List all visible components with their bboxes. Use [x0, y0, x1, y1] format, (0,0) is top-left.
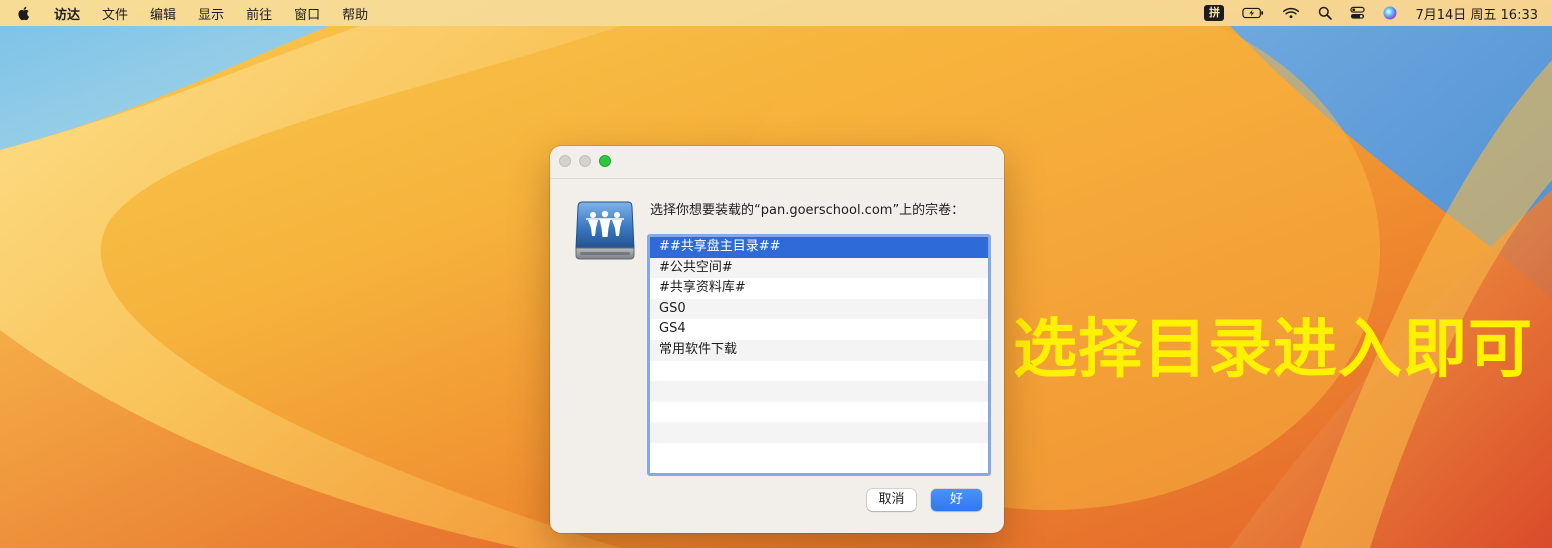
shared-server-icon [575, 201, 635, 260]
spotlight-search-icon[interactable] [1318, 6, 1333, 20]
control-center-icon[interactable] [1350, 6, 1366, 20]
ok-button[interactable]: 好 [931, 489, 982, 511]
siri-icon[interactable] [1383, 6, 1397, 20]
minimize-button[interactable] [579, 155, 591, 167]
menubar-clock[interactable]: 7月14日 周五 16:33 [1415, 4, 1538, 23]
volume-list-item[interactable]: #共享资料库# [650, 278, 988, 299]
menu-file[interactable]: 文件 [102, 4, 128, 23]
menu-go[interactable]: 前往 [246, 4, 272, 23]
cancel-button[interactable]: 取消 [867, 489, 916, 511]
volume-list-item-selected[interactable]: ##共享盘主目录## [650, 237, 988, 258]
volume-list-item[interactable]: GS0 [650, 298, 988, 320]
volume-list-item[interactable]: #公共空间# [650, 257, 988, 279]
volume-list-empty-row [650, 443, 988, 464]
dialog-prompt: 选择你想要装载的“pan.goerschool.com”上的宗卷： [650, 203, 965, 218]
volume-select-dialog: 选择你想要装载的“pan.goerschool.com”上的宗卷： ##共享盘主… [550, 146, 1004, 533]
volume-list-empty-row [650, 402, 988, 423]
volume-list-empty-row [650, 381, 988, 402]
volume-list-item[interactable]: 常用软件下载 [650, 339, 988, 361]
menu-edit[interactable]: 编辑 [150, 4, 176, 23]
wifi-icon[interactable] [1282, 6, 1300, 20]
volume-list-empty-row [650, 422, 988, 443]
window-controls [559, 155, 619, 167]
menu-bar: 访达 文件 编辑 显示 前往 窗口 帮助 拼 7月14日 周五 16:33 [0, 0, 1552, 26]
volume-list-item[interactable]: GS4 [650, 319, 988, 340]
zoom-button[interactable] [599, 155, 611, 167]
close-button[interactable] [559, 155, 571, 167]
menu-finder[interactable]: 访达 [54, 4, 80, 23]
instruction-annotation: 选择目录进入即可 [1013, 313, 1533, 387]
volume-list-empty-row [650, 361, 988, 382]
input-method-icon[interactable]: 拼 [1204, 5, 1225, 21]
menu-help[interactable]: 帮助 [342, 4, 368, 23]
menu-window[interactable]: 窗口 [294, 4, 320, 23]
volume-list[interactable]: ##共享盘主目录## #公共空间# #共享资料库# GS0 GS4 常用软件下载 [647, 234, 991, 476]
apple-menu-icon[interactable] [16, 5, 32, 21]
titlebar-divider [550, 178, 1004, 179]
menu-view[interactable]: 显示 [198, 4, 224, 23]
battery-charging-icon[interactable] [1242, 6, 1264, 20]
